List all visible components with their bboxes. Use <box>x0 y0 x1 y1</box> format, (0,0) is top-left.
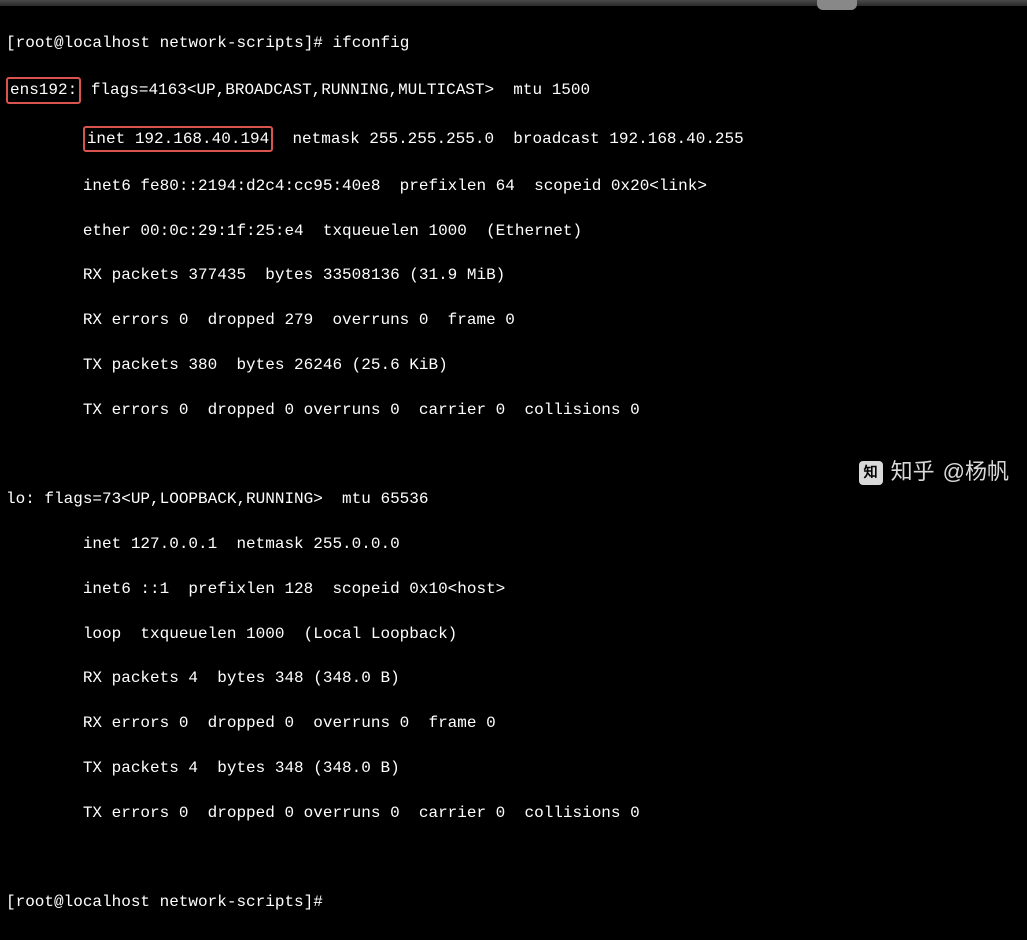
iface1-txe: TX errors 0 dropped 0 overruns 0 carrier… <box>83 401 640 419</box>
iface1-ether: ether 00:0c:29:1f:25:e4 txqueuelen 1000 … <box>83 222 582 240</box>
zhihu-icon: 知 <box>859 461 883 485</box>
iface1-rxp: RX packets 377435 bytes 33508136 (31.9 M… <box>83 266 505 284</box>
iface2-rxe: RX errors 0 dropped 0 overruns 0 frame 0 <box>83 714 496 732</box>
window-handle[interactable] <box>817 0 857 10</box>
indent <box>6 804 83 822</box>
prompt-open: [ <box>6 34 16 52</box>
indent <box>6 580 83 598</box>
iface2-rxp: RX packets 4 bytes 348 (348.0 B) <box>83 669 400 687</box>
indent <box>6 535 83 553</box>
indent <box>6 669 83 687</box>
prompt-cwd: network-scripts <box>160 34 304 52</box>
prompt-close: ]# <box>304 34 333 52</box>
indent <box>6 714 83 732</box>
prompt-line-2: [root@localhost network-scripts]# <box>6 893 332 911</box>
indent <box>6 130 83 148</box>
iface2-inet: inet 127.0.0.1 netmask 255.0.0.0 <box>83 535 400 553</box>
watermark-author: @杨帆 <box>943 457 1009 488</box>
iface2-loop: loop txqueuelen 1000 (Local Loopback) <box>83 625 457 643</box>
iface2-txe: TX errors 0 dropped 0 overruns 0 carrier… <box>83 804 640 822</box>
iface1-flags: flags=4163<UP,BROADCAST,RUNNING,MULTICAS… <box>91 81 590 99</box>
iface1-txp: TX packets 380 bytes 26246 (25.6 KiB) <box>83 356 448 374</box>
watermark-brand: 知乎 <box>891 457 935 488</box>
iface2-txp: TX packets 4 bytes 348 (348.0 B) <box>83 759 400 777</box>
iface1-rxe: RX errors 0 dropped 279 overruns 0 frame… <box>83 311 515 329</box>
indent <box>6 177 83 195</box>
command-text: ifconfig <box>333 34 410 52</box>
indent <box>6 625 83 643</box>
iface2-header: lo: flags=73<UP,LOOPBACK,RUNNING> mtu 65… <box>6 490 428 508</box>
prompt-user: root <box>16 34 54 52</box>
watermark: 知 知乎 @杨帆 <box>859 457 1009 488</box>
indent <box>6 266 83 284</box>
iface1-inet6: inet6 fe80::2194:d2c4:cc95:40e8 prefixle… <box>83 177 707 195</box>
iface2-inet6: inet6 ::1 prefixlen 128 scopeid 0x10<hos… <box>83 580 505 598</box>
prompt-at: @ <box>54 34 64 52</box>
indent <box>6 222 83 240</box>
indent <box>6 311 83 329</box>
prompt-host: localhost <box>64 34 150 52</box>
highlight-inet-address: inet 192.168.40.194 <box>83 126 273 152</box>
indent <box>6 759 83 777</box>
indent <box>6 356 83 374</box>
indent <box>6 401 83 419</box>
iface1-inet-rest: netmask 255.255.255.0 broadcast 192.168.… <box>273 130 743 148</box>
highlight-interface-name: ens192: <box>6 77 81 103</box>
window-titlebar <box>0 0 1027 6</box>
